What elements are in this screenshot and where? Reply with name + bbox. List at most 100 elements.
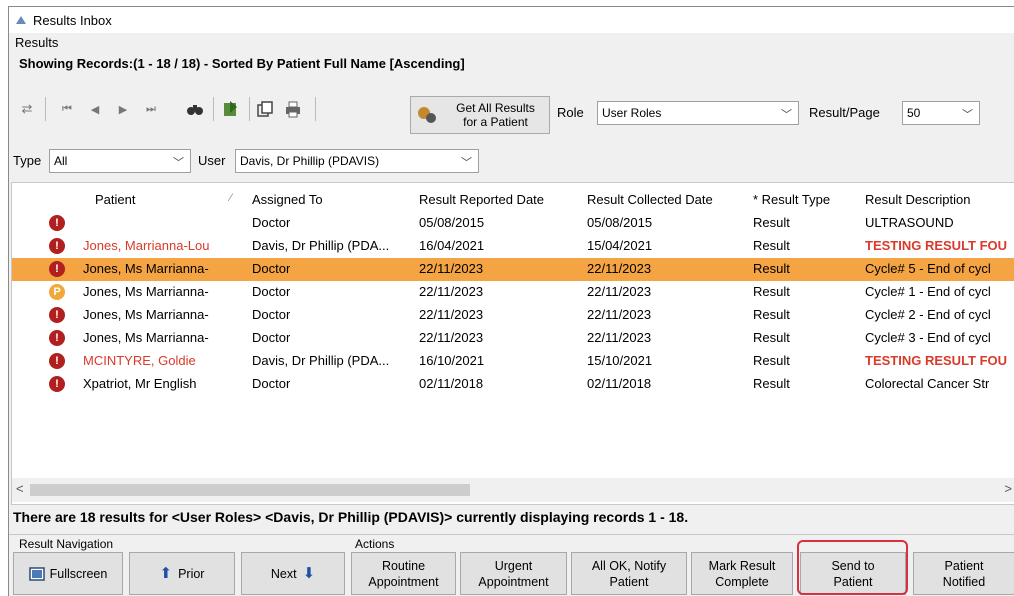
routine-appointment-button[interactable]: Routine Appointment: [351, 552, 456, 595]
reported-date-cell: 22/11/2023: [419, 330, 484, 345]
type-select[interactable]: All ﹀: [49, 149, 191, 173]
reported-date-cell: 22/11/2023: [419, 261, 484, 276]
prev-icon[interactable]: ◀: [85, 99, 105, 119]
assigned-to-cell: Doctor: [252, 376, 291, 391]
reported-date-cell: 22/11/2023: [419, 307, 484, 322]
chevron-down-icon: ﹀: [461, 157, 472, 169]
collected-date-cell: 15/04/2021: [587, 238, 653, 253]
scrollbar-thumb[interactable]: [30, 484, 470, 496]
scroll-left-icon[interactable]: <: [16, 481, 24, 496]
patient-results-icon: [418, 107, 436, 123]
user-select[interactable]: Davis, Dr Phillip (PDAVIS) ﹀: [235, 149, 479, 173]
assigned-to-cell: Davis, Dr Phillip (PDA...: [252, 353, 390, 368]
column-header-reported-date[interactable]: Result Reported Date: [419, 192, 544, 207]
collected-date-cell: 22/11/2023: [587, 284, 652, 299]
scroll-right-icon[interactable]: >: [1004, 481, 1012, 496]
table-row[interactable]: ! Doctor 05/08/2015 05/08/2015 Result ULTRASO…: [12, 212, 1014, 235]
collected-date-cell: 02/11/2018: [587, 376, 652, 391]
table-row[interactable]: ! MCINTYRE, Goldie Davis, Dr Phillip (PDA.…: [12, 350, 1014, 373]
column-header-result-type[interactable]: * Result Type: [753, 192, 830, 207]
actions-label: Actions: [355, 537, 395, 551]
chevron-down-icon: ﹀: [173, 157, 184, 169]
result-type-cell: Result: [753, 353, 790, 368]
patient-notified-button[interactable]: Patient Notified: [913, 552, 1014, 595]
table-row[interactable]: ! Jones, Marrianna-Lou Davis, Dr Phillip (…: [12, 235, 1014, 258]
mark-result-complete-label: Mark Result Complete: [708, 558, 776, 589]
collected-date-cell: 22/11/2023: [587, 261, 652, 276]
reported-date-cell: 22/11/2023: [419, 284, 484, 299]
mark-result-complete-button[interactable]: Mark Result Complete: [691, 552, 793, 595]
first-icon[interactable]: ⏮: [57, 99, 77, 119]
chevron-down-icon: ﹀: [781, 109, 792, 121]
table-row[interactable]: ! Jones, Ms Marrianna- Doctor 22/11/2023 22/…: [12, 327, 1014, 350]
sort-icon: ⁄: [230, 192, 232, 204]
toolbar-separator: [249, 97, 250, 121]
result-navigation-label: Result Navigation: [19, 537, 114, 551]
horizontal-scrollbar[interactable]: < >: [12, 478, 1014, 502]
assigned-to-cell: Davis, Dr Phillip (PDA...: [252, 238, 390, 253]
result-type-cell: Result: [753, 261, 790, 276]
column-header-patient[interactable]: Patient: [95, 192, 135, 207]
result-page-value: 50: [907, 106, 921, 120]
patient-cell: Jones, Marrianna-Lou: [83, 238, 210, 253]
patient-cell: MCINTYRE, Goldie: [83, 353, 196, 368]
next-button[interactable]: Next ⬇: [241, 552, 345, 595]
result-description-cell: Cycle# 5 - End of cycl: [865, 261, 991, 276]
alert-badge-icon: !: [49, 261, 65, 277]
table-row[interactable]: ! Jones, Ms Marrianna- Doctor 22/11/2023 22/…: [12, 258, 1014, 281]
user-label: User: [198, 153, 226, 168]
export-icon[interactable]: [221, 99, 241, 119]
result-type-cell: Result: [753, 330, 790, 345]
result-type-cell: Result: [753, 376, 790, 391]
reported-date-cell: 05/08/2015: [419, 215, 485, 230]
toolbar-separator: [213, 97, 214, 121]
patient-notified-label: Patient Notified: [942, 558, 986, 589]
patient-cell: Xpatriot, Mr English: [83, 376, 197, 391]
toolbar-separator: [45, 97, 46, 121]
refresh-icon[interactable]: ⇄: [17, 99, 37, 119]
alert-badge-icon: !: [49, 353, 65, 369]
patient-cell: Jones, Ms Marrianna-: [83, 284, 209, 299]
all-ok-notify-patient-label: All OK, Notify Patient: [591, 558, 667, 589]
chevron-down-icon: ﹀: [962, 109, 973, 121]
all-ok-notify-patient-button[interactable]: All OK, Notify Patient: [571, 552, 687, 595]
last-icon[interactable]: ⏭: [141, 99, 161, 119]
result-description-cell: TESTING RESULT FOU: [865, 353, 1008, 368]
assigned-to-cell: Doctor: [252, 215, 291, 230]
type-label: Type: [13, 153, 42, 168]
table-row[interactable]: ! Xpatriot, Mr English Doctor 02/11/2018 02/…: [12, 373, 1014, 396]
result-description-cell: Cycle# 3 - End of cycl: [865, 330, 991, 345]
fullscreen-button[interactable]: Fullscreen: [13, 552, 123, 595]
alert-badge-icon: !: [49, 215, 65, 231]
table-row[interactable]: P Jones, Ms Marrianna- Doctor 22/11/2023 22/…: [12, 281, 1014, 304]
result-description-cell: ULTRASOUND: [865, 215, 954, 230]
get-all-results-button[interactable]: Get All Results for a Patient: [410, 96, 550, 134]
collected-date-cell: 22/11/2023: [587, 330, 652, 345]
print-icon[interactable]: [283, 99, 303, 119]
role-select-value: User Roles: [602, 106, 662, 120]
prior-button[interactable]: ⬆ Prior: [129, 552, 235, 595]
play-icon[interactable]: ▶: [113, 99, 133, 119]
column-header-result-description[interactable]: Result Description: [865, 192, 971, 207]
app-icon: [16, 16, 26, 24]
arrow-up-icon: ⬆: [159, 564, 173, 582]
assigned-to-cell: Doctor: [252, 261, 291, 276]
column-header-collected-date[interactable]: Result Collected Date: [587, 192, 713, 207]
role-select[interactable]: User Roles ﹀: [597, 101, 799, 125]
column-header-assigned-to[interactable]: Assigned To: [252, 192, 323, 207]
results-group-label: Results: [15, 35, 59, 50]
collected-date-cell: 15/10/2021: [587, 353, 653, 368]
copy-icon[interactable]: [255, 99, 275, 119]
urgent-appointment-button[interactable]: Urgent Appointment: [460, 552, 567, 595]
binoculars-icon[interactable]: [185, 99, 205, 119]
alert-badge-icon: !: [49, 330, 65, 346]
grid-header: Patient ⁄ Assigned To Result Reported Da…: [12, 188, 1014, 212]
table-row[interactable]: ! Jones, Ms Marrianna- Doctor 22/11/2023 22/…: [12, 304, 1014, 327]
result-page-select[interactable]: 50 ﹀: [902, 101, 980, 125]
role-label: Role: [557, 105, 584, 120]
result-page-label: Result/Page: [809, 105, 880, 120]
patient-cell: Jones, Ms Marrianna-: [83, 261, 209, 276]
toolbar-separator: [315, 97, 316, 121]
fullscreen-icon: [28, 566, 45, 581]
window-title: Results Inbox: [33, 12, 112, 28]
